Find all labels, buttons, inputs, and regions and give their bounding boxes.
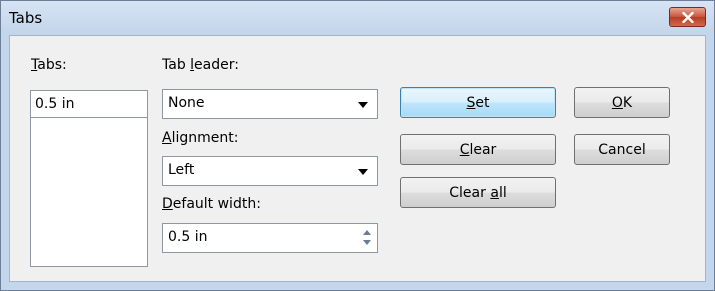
tabs-dialog: Tabs Tabs: 0.5 in Tab leader: None Align… bbox=[0, 0, 715, 291]
tab-stop-input[interactable]: 0.5 in bbox=[30, 90, 148, 118]
title-bar[interactable]: Tabs bbox=[1, 1, 714, 35]
alignment-value: Left bbox=[168, 162, 195, 178]
tab-stops-list[interactable] bbox=[30, 117, 148, 267]
tab-leader-label: Tab leader: bbox=[162, 57, 239, 73]
spin-down-icon[interactable] bbox=[363, 240, 371, 245]
clear-all-button[interactable]: Clear a ll bbox=[400, 177, 556, 208]
clear-button[interactable]: Clear bbox=[400, 134, 556, 165]
default-width-value: 0.5 in bbox=[168, 229, 208, 245]
tab-leader-value: None bbox=[168, 95, 205, 111]
alignment-label: Alignment: bbox=[162, 130, 239, 146]
close-icon bbox=[681, 11, 694, 23]
chevron-down-icon[interactable] bbox=[358, 102, 368, 108]
dialog-body: Tabs: 0.5 in Tab leader: None Alignment:… bbox=[9, 35, 706, 282]
chevron-down-icon[interactable] bbox=[358, 169, 368, 175]
ok-button[interactable]: OK bbox=[574, 87, 670, 118]
set-button[interactable]: Set bbox=[400, 87, 556, 118]
cancel-button[interactable]: Cancel bbox=[574, 134, 670, 165]
spinner-controls[interactable] bbox=[358, 225, 376, 251]
default-width-spinner[interactable]: 0.5 in bbox=[162, 223, 378, 253]
window-title: Tabs bbox=[9, 9, 43, 27]
close-button[interactable] bbox=[669, 7, 706, 27]
default-width-label: Default width: bbox=[162, 196, 261, 212]
spin-up-icon[interactable] bbox=[363, 230, 371, 235]
alignment-select[interactable]: Left bbox=[162, 156, 378, 186]
tabs-label: Tabs: bbox=[31, 57, 67, 73]
tab-leader-select[interactable]: None bbox=[162, 89, 378, 119]
